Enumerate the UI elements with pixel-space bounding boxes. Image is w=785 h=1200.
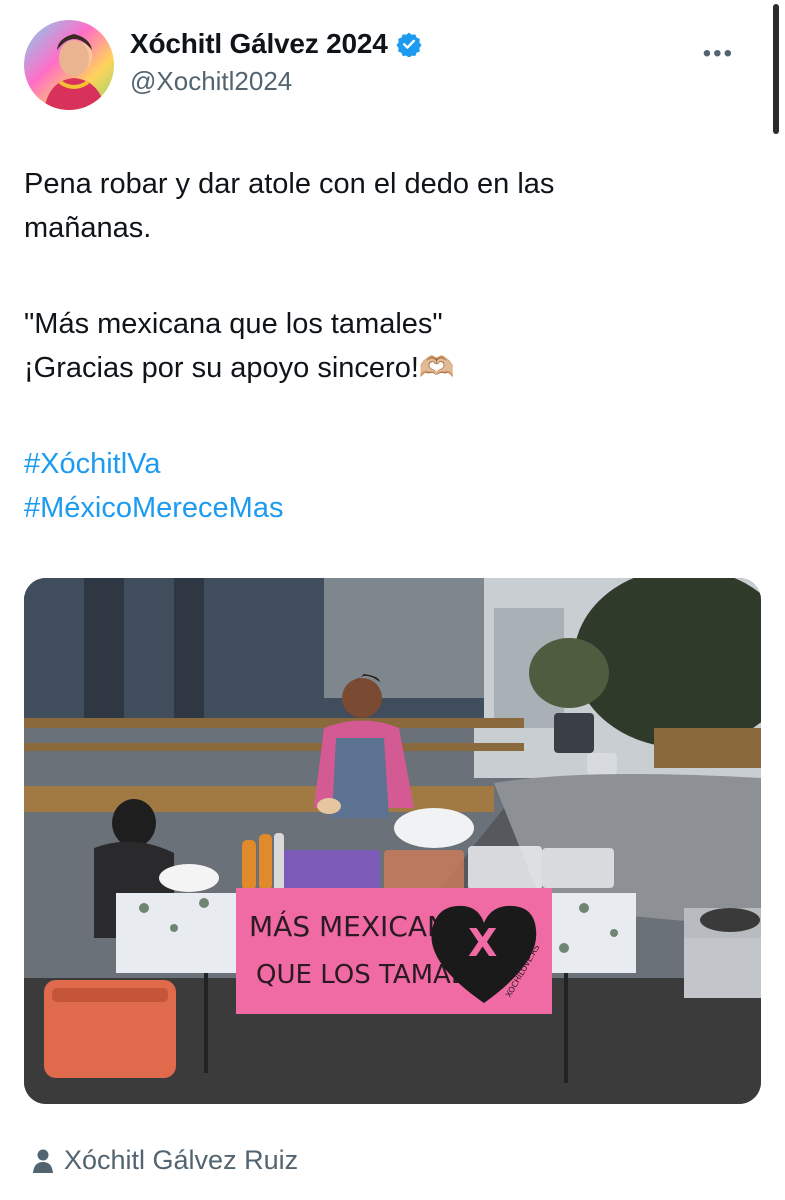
author-label[interactable]: Xóchitl Gálvez Ruiz <box>64 1145 298 1176</box>
more-icon[interactable]: ••• <box>703 40 734 68</box>
author-block: Xóchitl Gálvez 2024 @Xochitl2024 <box>130 28 422 97</box>
display-name-text[interactable]: Xóchitl Gálvez 2024 <box>130 28 388 60</box>
media-image[interactable]: MÁS MEXICANA QUE LOS TAMALES X XOCHILOVE… <box>24 578 761 1104</box>
verified-badge-icon <box>396 32 422 57</box>
tweet-text: Pena robar y dar atole con el dedo en la… <box>24 162 754 530</box>
tweet-text-line: Pena robar y dar atole con el dedo en la… <box>24 168 555 200</box>
street-vendor-photo: MÁS MEXICANA QUE LOS TAMALES X XOCHILOVE… <box>24 578 761 1104</box>
person-icon <box>33 1149 53 1173</box>
hashtag-link[interactable]: #MéxicoMereceMas <box>24 486 754 530</box>
user-handle[interactable]: @Xochitl2024 <box>130 66 422 97</box>
hashtag-link[interactable]: #XóchitlVa <box>24 442 754 486</box>
tweet-text-line: "Más mexicana que los tamales" <box>24 308 443 340</box>
scrollbar[interactable] <box>773 4 779 134</box>
banner-mark: X <box>468 921 497 965</box>
tweet-text-line: mañanas. <box>24 212 152 244</box>
post-header: Xóchitl Gálvez 2024 @Xochitl2024 ••• <box>24 20 764 110</box>
avatar[interactable] <box>24 20 114 110</box>
author-footer: Xóchitl Gálvez Ruiz <box>32 1145 298 1176</box>
tweet-text-line: ¡Gracias por su apoyo sincero!🫶🏼 <box>24 352 456 384</box>
avatar-image <box>44 34 106 110</box>
display-name[interactable]: Xóchitl Gálvez 2024 <box>130 28 422 60</box>
